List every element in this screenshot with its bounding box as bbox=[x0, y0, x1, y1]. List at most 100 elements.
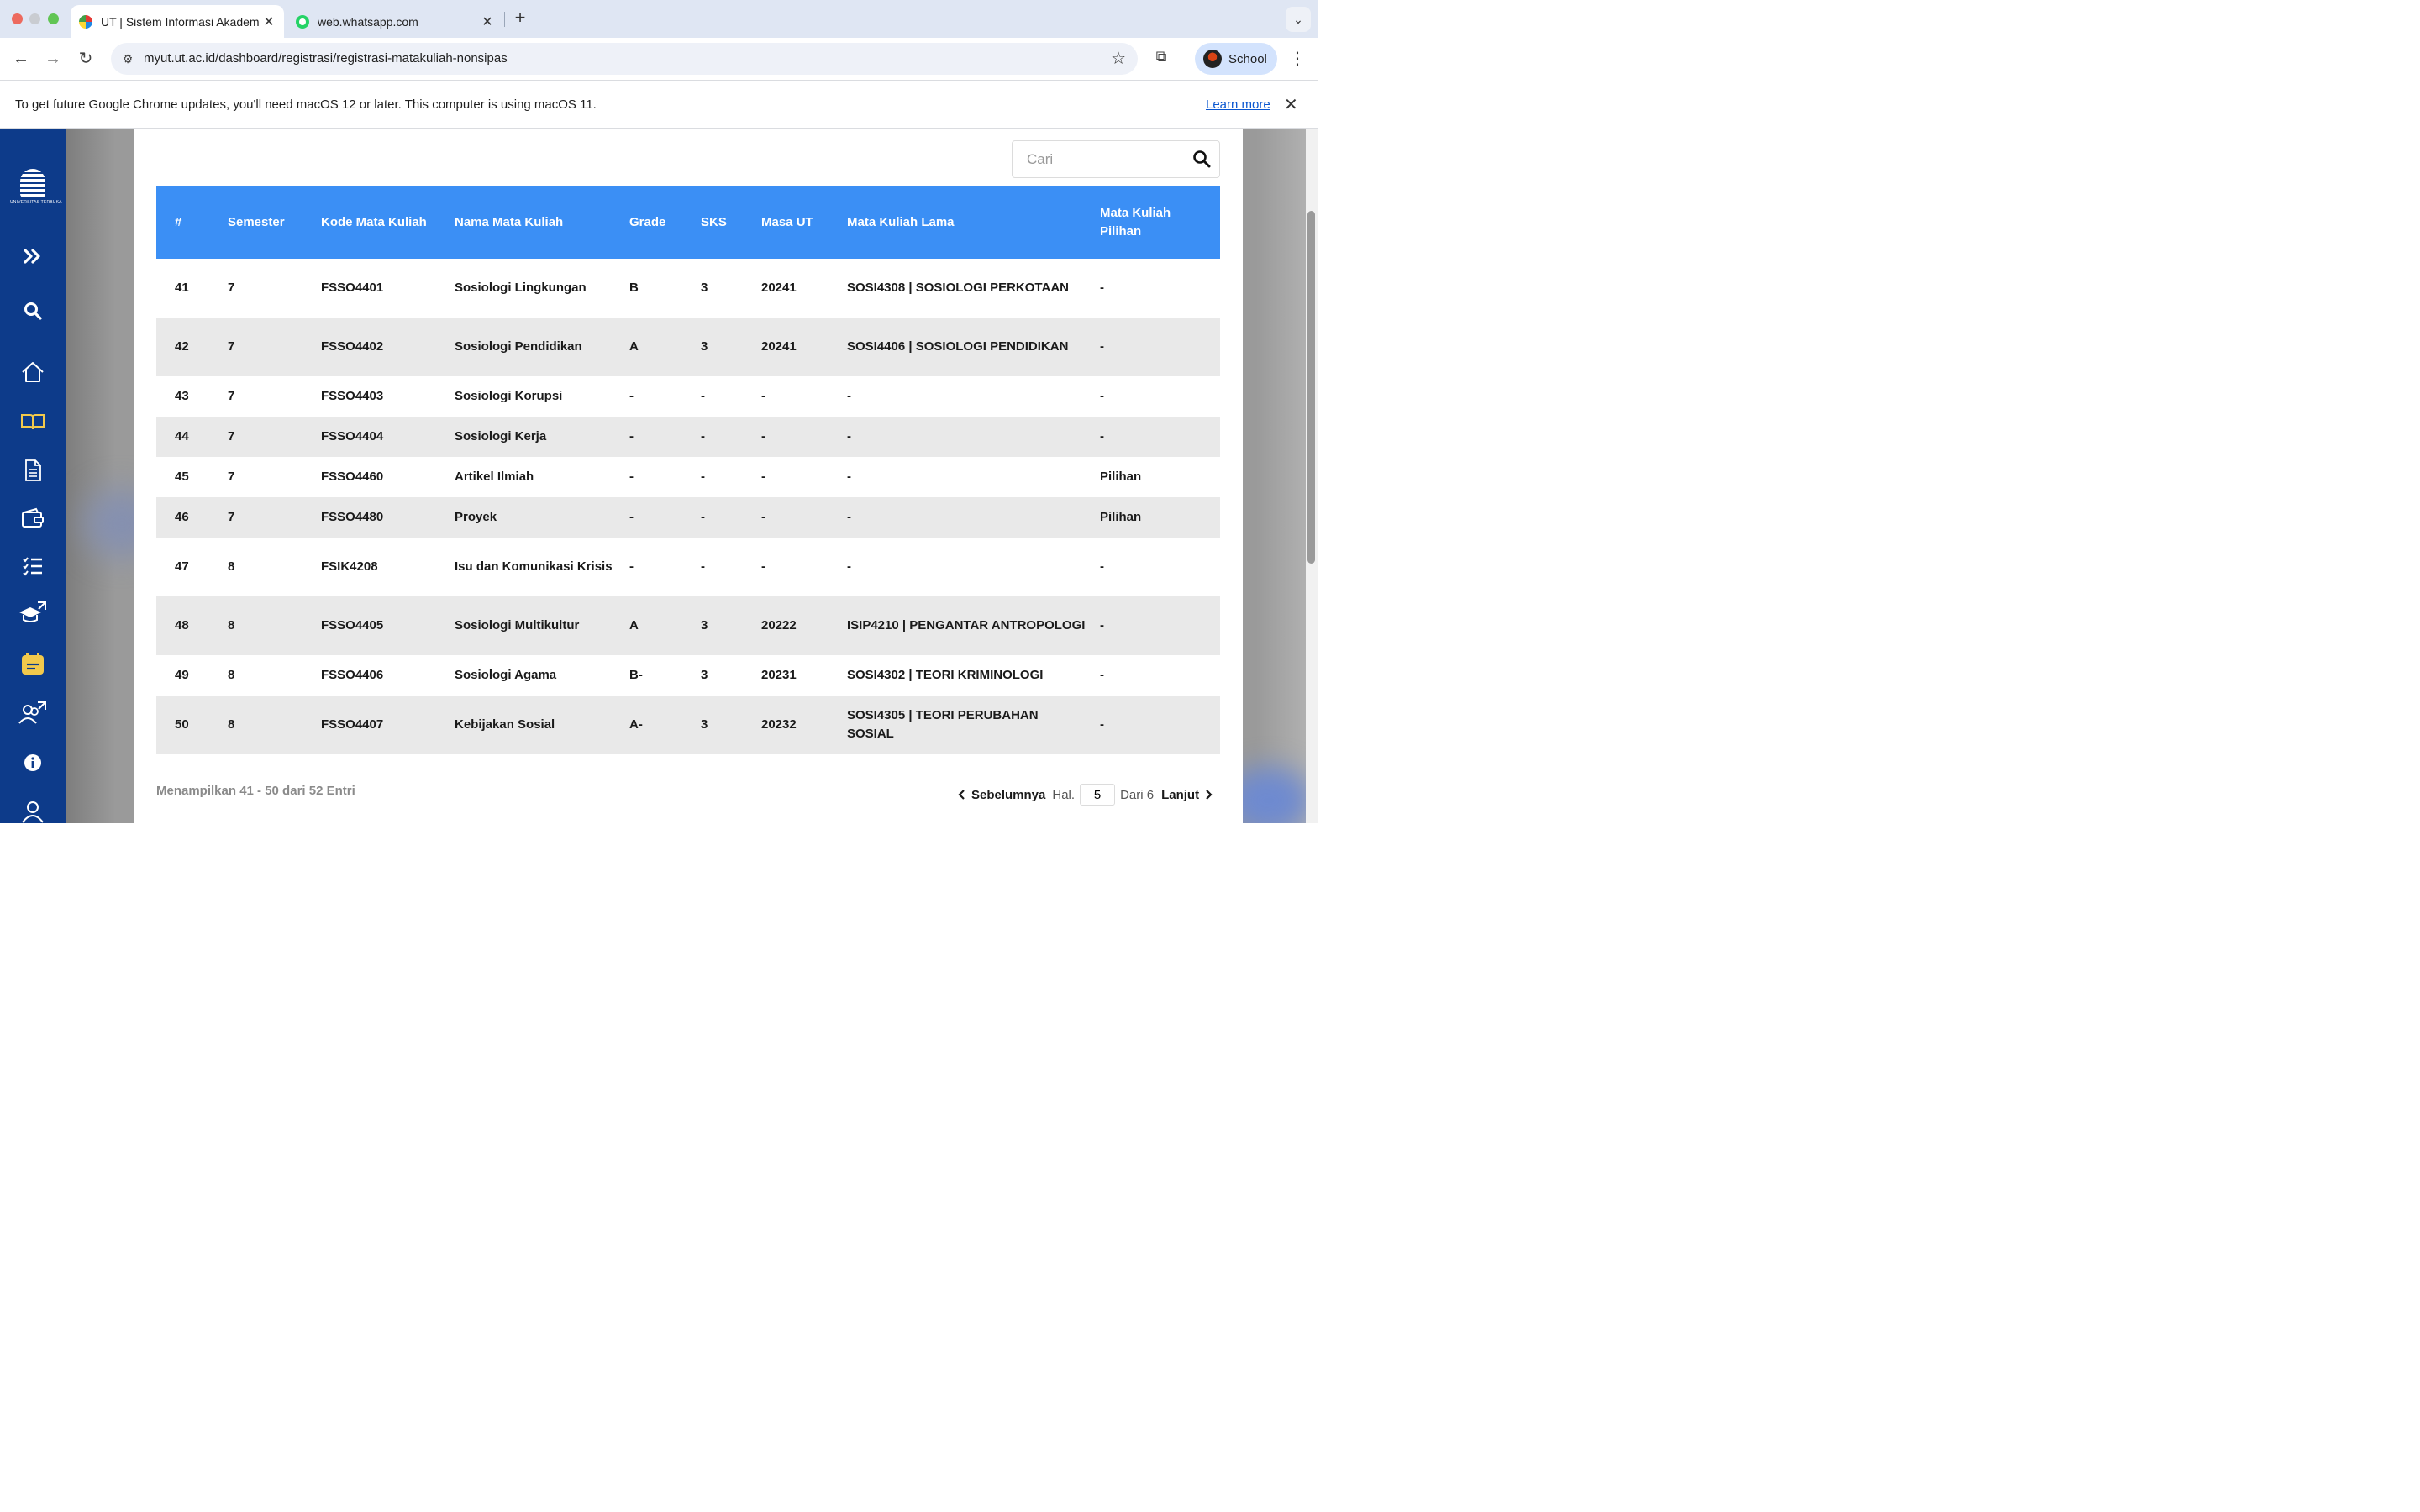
column-header-kode: Kode Mata Kuliah bbox=[321, 214, 427, 229]
back-arrow-icon[interactable]: ← bbox=[8, 46, 34, 71]
column-header-lama: Mata Kuliah Lama bbox=[847, 214, 955, 229]
tab-title: UT | Sistem Informasi Akadem bbox=[101, 14, 259, 29]
previous-page-button[interactable]: Sebelumnya bbox=[958, 788, 1045, 802]
users-external-icon[interactable] bbox=[16, 699, 50, 727]
cell-nama: Sosiologi Kerja bbox=[455, 429, 547, 444]
cell-semester: 7 bbox=[228, 429, 235, 444]
cell-number: 43 bbox=[175, 389, 189, 403]
window-close-button[interactable] bbox=[12, 13, 23, 24]
browser-tab-ut[interactable]: UT | Sistem Informasi Akadem ✕ bbox=[71, 5, 284, 38]
cell-pilihan: Pilihan bbox=[1100, 470, 1142, 484]
cell-number: 46 bbox=[175, 510, 189, 524]
next-page-button[interactable]: Lanjut bbox=[1161, 788, 1213, 802]
close-icon[interactable]: ✕ bbox=[1284, 94, 1298, 115]
cell-nama: Sosiologi Korupsi bbox=[455, 389, 563, 403]
ut-logo[interactable]: UNIVERSITAS TERBUKA bbox=[10, 169, 61, 211]
browser-menu-icon[interactable]: ⋮ bbox=[1287, 46, 1307, 71]
expand-icon[interactable] bbox=[16, 242, 50, 270]
cell-lama: SOSI4406 | SOSIOLOGI PENDIDIKAN bbox=[847, 339, 1069, 354]
home-icon[interactable] bbox=[16, 358, 50, 386]
search-box bbox=[1012, 140, 1220, 178]
page-total: Dari 6 bbox=[1120, 787, 1155, 802]
cell-sks: 3 bbox=[701, 717, 708, 732]
cell-lama: SOSI4305 | TEORI PERUBAHAN SOSIAL bbox=[847, 708, 1039, 741]
entries-summary: Menampilkan 41 - 50 dari 52 Entri bbox=[156, 784, 355, 798]
course-list-card: # Semester Kode Mata Kuliah Nama Mata Ku… bbox=[134, 129, 1243, 823]
table-row: 44 7 FSSO4404 Sosiologi Kerja - - - - - bbox=[156, 417, 1220, 457]
cell-kode: FSSO4480 bbox=[321, 510, 384, 524]
table-row: 48 8 FSSO4405 Sosiologi Multikultur A 3 … bbox=[156, 596, 1220, 655]
cell-semester: 7 bbox=[228, 470, 235, 484]
table-row: 47 8 FSIK4208 Isu dan Komunikasi Krisis … bbox=[156, 538, 1220, 596]
forward-arrow-icon[interactable]: → bbox=[40, 46, 66, 71]
column-header-masa: Masa UT bbox=[761, 214, 813, 229]
cell-masa: 20241 bbox=[761, 281, 797, 295]
search-icon[interactable] bbox=[16, 297, 50, 325]
cell-sks: 3 bbox=[701, 339, 708, 354]
profile-button[interactable]: School bbox=[1195, 43, 1277, 75]
cell-number: 45 bbox=[175, 470, 189, 484]
cell-pilihan: - bbox=[1100, 339, 1104, 354]
scrollbar-thumb[interactable] bbox=[1307, 211, 1315, 564]
graduation-external-icon[interactable] bbox=[16, 599, 50, 627]
cell-sks: - bbox=[701, 429, 705, 444]
cell-grade: A bbox=[629, 618, 639, 633]
infobar-message: To get future Google Chrome updates, you… bbox=[15, 97, 597, 112]
whatsapp-favicon-icon bbox=[296, 14, 309, 29]
window-zoom-button[interactable] bbox=[48, 13, 59, 24]
cell-grade: - bbox=[629, 389, 634, 403]
page-number-input[interactable] bbox=[1080, 784, 1116, 806]
browser-tab-whatsapp[interactable]: web.whatsapp.com ✕ bbox=[287, 5, 502, 38]
close-tab-icon[interactable]: ✕ bbox=[259, 13, 279, 30]
table-row: 46 7 FSSO4480 Proyek - - - - Pilihan bbox=[156, 497, 1220, 538]
wallet-icon[interactable] bbox=[16, 504, 50, 533]
book-icon[interactable] bbox=[16, 407, 50, 436]
site-settings-icon[interactable]: ⚙ bbox=[119, 50, 136, 67]
column-header-sks: SKS bbox=[701, 214, 727, 229]
cell-pilihan: Pilihan bbox=[1100, 510, 1142, 524]
course-table: # Semester Kode Mata Kuliah Nama Mata Ku… bbox=[156, 186, 1220, 754]
user-icon[interactable] bbox=[16, 797, 50, 823]
calendar-icon[interactable] bbox=[16, 649, 50, 678]
cell-lama: - bbox=[847, 510, 851, 524]
cell-masa: - bbox=[761, 389, 765, 403]
pagination: Sebelumnya Hal. Dari 6 Lanjut bbox=[958, 784, 1213, 806]
window-minimize-button[interactable] bbox=[29, 13, 40, 24]
address-bar[interactable]: ⚙ myut.ut.ac.id/dashboard/registrasi/reg… bbox=[111, 43, 1138, 75]
cell-semester: 8 bbox=[228, 717, 235, 732]
bookmark-star-icon[interactable]: ☆ bbox=[1111, 48, 1126, 69]
checklist-icon[interactable] bbox=[16, 552, 50, 580]
cell-kode: FSSO4401 bbox=[321, 281, 384, 295]
cell-masa: 20241 bbox=[761, 339, 797, 354]
cell-lama: - bbox=[847, 389, 851, 403]
extensions-puzzle-icon[interactable]: ⧉ bbox=[1150, 48, 1173, 70]
table-row: 41 7 FSSO4401 Sosiologi Lingkungan B 3 2… bbox=[156, 259, 1220, 318]
learn-more-link[interactable]: Learn more bbox=[1206, 97, 1270, 112]
search-icon[interactable] bbox=[1192, 150, 1213, 170]
cell-lama: - bbox=[847, 470, 851, 484]
info-icon[interactable] bbox=[16, 748, 50, 777]
cell-number: 42 bbox=[175, 339, 189, 354]
next-label: Lanjut bbox=[1161, 787, 1200, 802]
cell-semester: 8 bbox=[228, 618, 235, 633]
tab-search-chevron-icon[interactable]: ⌄ bbox=[1286, 7, 1311, 32]
browser-toolbar: ← → ↻ ⚙ myut.ut.ac.id/dashboard/registra… bbox=[0, 38, 1318, 80]
page-label: Hal. bbox=[1052, 787, 1076, 802]
cell-grade: - bbox=[629, 559, 634, 574]
cell-sks: 3 bbox=[701, 281, 708, 295]
cell-pilihan: - bbox=[1100, 559, 1104, 574]
avatar bbox=[1203, 50, 1222, 68]
cell-kode: FSSO4407 bbox=[321, 717, 384, 732]
cell-number: 50 bbox=[175, 717, 189, 732]
profile-name: School bbox=[1228, 51, 1267, 66]
cell-masa: 20231 bbox=[761, 668, 797, 682]
url-text[interactable]: myut.ut.ac.id/dashboard/registrasi/regis… bbox=[144, 51, 508, 66]
new-tab-icon[interactable]: + bbox=[509, 8, 531, 29]
reload-icon[interactable]: ↻ bbox=[73, 46, 98, 71]
close-tab-icon[interactable]: ✕ bbox=[477, 13, 497, 30]
cell-masa: - bbox=[761, 470, 765, 484]
column-header-semester: Semester bbox=[228, 214, 285, 229]
document-icon[interactable] bbox=[16, 456, 50, 485]
search-input[interactable] bbox=[1013, 141, 1181, 177]
cell-lama: ISIP4210 | PENGANTAR ANTROPOLOGI bbox=[847, 618, 1086, 633]
